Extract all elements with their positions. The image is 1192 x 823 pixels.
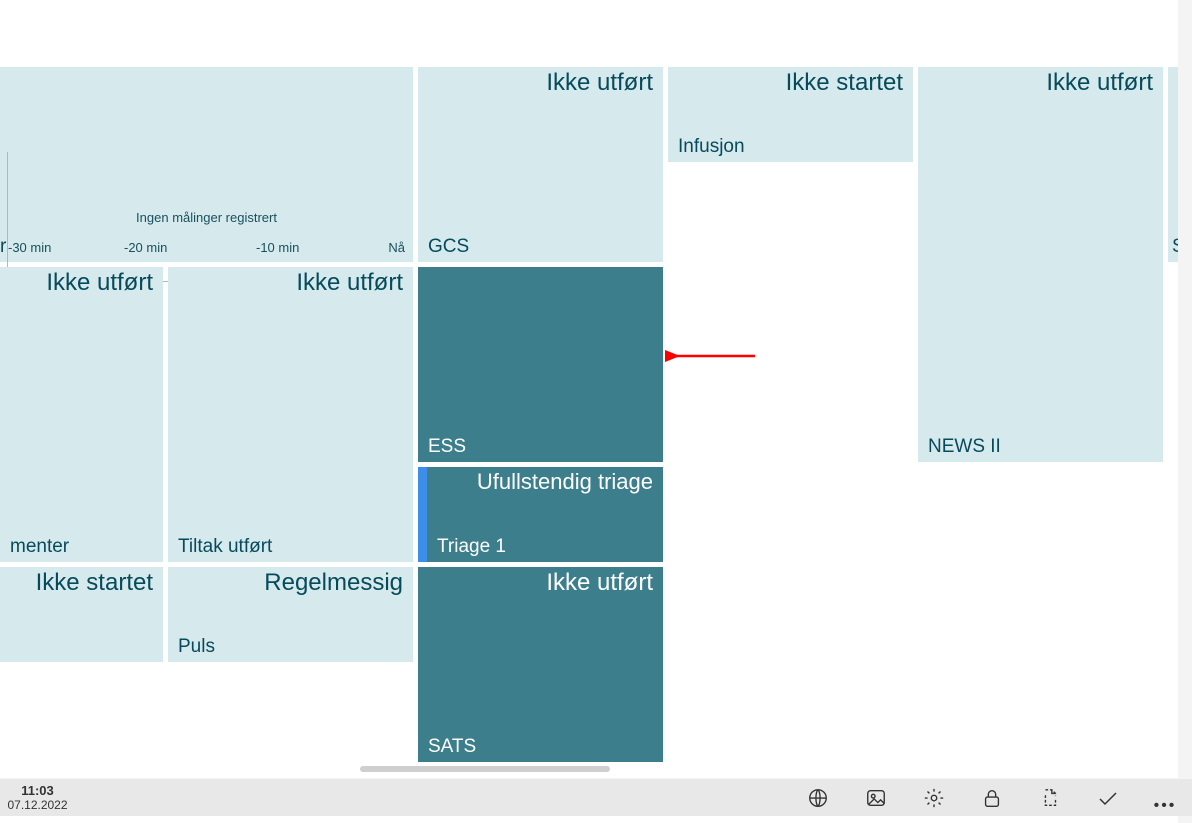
tile-puls-label: Puls (178, 636, 215, 658)
tile-tiltak[interactable]: Ikke utført Tiltak utført (168, 267, 413, 562)
tile-bottom-left-status: Ikke startet (36, 569, 153, 597)
gear-icon[interactable] (922, 786, 946, 810)
check-icon[interactable] (1096, 786, 1120, 810)
taskbar: 11:03 07.12.2022 ••• (0, 778, 1192, 816)
tile-infusjon[interactable]: Ikke startet Infusjon (668, 67, 913, 162)
image-icon[interactable] (864, 786, 888, 810)
tile-newsii-label: NEWS II (928, 436, 1001, 458)
tile-infusjon-status: Ikke startet (786, 69, 903, 97)
chart-tick-1: -20 min (124, 240, 167, 255)
tile-gcs-status: Ikke utført (546, 69, 653, 97)
globe-icon[interactable] (806, 786, 830, 810)
taskbar-clock[interactable]: 11:03 07.12.2022 (0, 779, 75, 813)
file-dashed-icon[interactable] (1038, 786, 1062, 810)
tile-tiltak-label: Tiltak utført (178, 536, 272, 558)
tile-sats-status: Ikke utført (546, 569, 653, 597)
chart-tick-2: -10 min (256, 240, 299, 255)
tile-menter-label: menter (10, 536, 69, 558)
measurements-chart-tile[interactable]: Ingen målinger registrert -30 min -20 mi… (0, 67, 413, 262)
annotation-arrow (665, 345, 760, 367)
triage-priority-stripe (418, 467, 427, 562)
tile-gcs[interactable]: Ikke utført GCS (418, 67, 663, 262)
tile-puls[interactable]: Regelmessig Puls (168, 567, 413, 662)
chart-tick-3: Nå (388, 240, 405, 255)
tile-menter-status: Ikke utført (46, 269, 153, 297)
tile-newsii-status: Ikke utført (1046, 69, 1153, 97)
tile-gcs-label: GCS (428, 236, 469, 258)
tile-bottom-left[interactable]: Ikke startet (0, 567, 163, 662)
tile-sats[interactable]: Ikke utført SATS (418, 567, 663, 762)
taskbar-date-value: 07.12.2022 (0, 798, 75, 813)
lock-icon[interactable] (980, 786, 1004, 810)
tile-triage-status: Ufullstendig triage (477, 469, 653, 495)
chart-tick-0: -30 min (8, 240, 51, 255)
tile-triage-label: Triage 1 (437, 536, 506, 558)
tile-sats-label: SATS (428, 736, 476, 758)
vertical-scrollbar[interactable] (1178, 0, 1192, 823)
tile-menter[interactable]: Ikke utført menter (0, 267, 163, 562)
tile-tiltak-status: Ikke utført (296, 269, 403, 297)
tile-triage[interactable]: Ufullstendig triage Triage 1 (418, 467, 663, 562)
more-icon[interactable]: ••• (1154, 787, 1176, 809)
tile-ess-label: ESS (428, 436, 466, 458)
tile-newsii[interactable]: Ikke utført NEWS II (918, 67, 1163, 462)
chart-empty-message: Ingen målinger registrert (0, 210, 413, 225)
tile-ess[interactable]: ESS (418, 267, 663, 462)
taskbar-time-value: 11:03 (0, 783, 75, 798)
horizontal-scroll-thumb[interactable] (360, 766, 610, 772)
chart-truncated-label: r (0, 236, 6, 258)
tile-puls-status: Regelmessig (264, 569, 403, 597)
tile-infusjon-label: Infusjon (678, 136, 745, 158)
